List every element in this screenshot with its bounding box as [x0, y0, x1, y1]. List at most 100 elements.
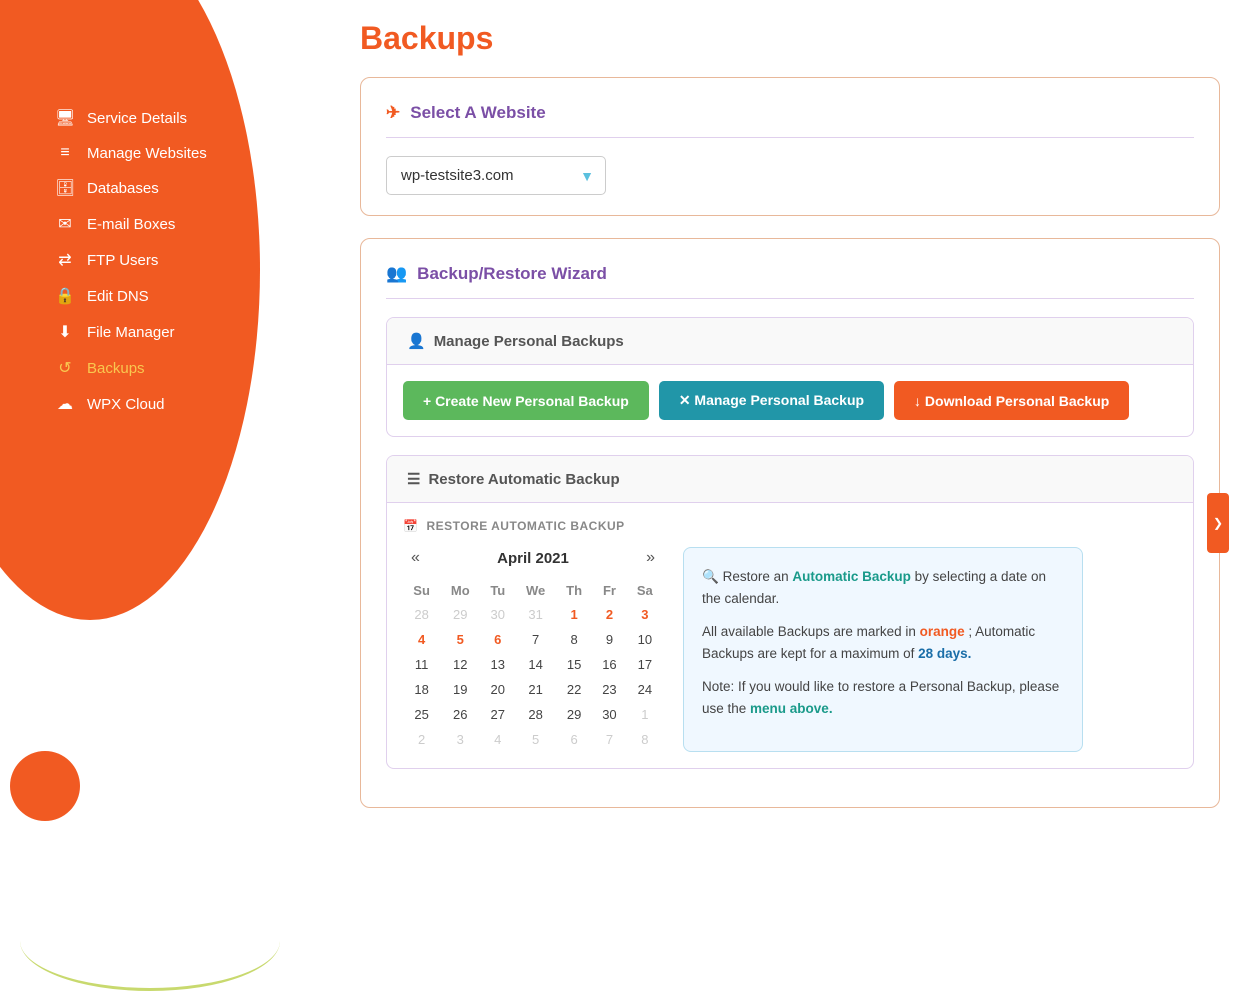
calendar-week-2: 11121314151617 — [403, 652, 663, 677]
calendar-cell: 26 — [440, 702, 480, 727]
side-scroll-indicator[interactable]: ❯ — [1207, 493, 1229, 553]
calendar-icon: 📅 — [403, 519, 418, 533]
calendar-cell: 30 — [592, 702, 626, 727]
sidebar-label-edit-dns: Edit DNS — [87, 288, 149, 305]
info-box: 🔍 Restore an Automatic Backup by selecti… — [683, 547, 1083, 752]
calendar-info-row: « April 2021 » SuMoTuWeThFrSa 2829303112… — [403, 547, 1177, 752]
sidebar-item-ftp-users[interactable]: ⇄FTP Users — [55, 242, 330, 278]
calendar-cell: 2 — [403, 727, 440, 752]
sidebar-item-service-details[interactable]: 🖥Service Details — [55, 100, 330, 136]
calendar-cell[interactable]: 6 — [480, 627, 515, 652]
calendar-cell: 17 — [627, 652, 663, 677]
calendar-cell: 11 — [403, 652, 440, 677]
calendar-cell: 3 — [440, 727, 480, 752]
calendar-cell: 29 — [556, 702, 592, 727]
sidebar-item-edit-dns[interactable]: 🔒 Edit DNS — [55, 278, 330, 314]
automatic-backup-bold: Automatic Backup — [792, 569, 911, 584]
wizard-icon: 👥 — [386, 264, 407, 284]
download-personal-backup-button[interactable]: ↓ Download Personal Backup — [894, 381, 1129, 420]
calendar-day-header-tu: Tu — [480, 579, 515, 602]
wpx-cloud-icon: ☁ — [55, 394, 75, 414]
calendar-cell: 20 — [480, 677, 515, 702]
calendar-tbody: 2829303112345678910111213141516171819202… — [403, 602, 663, 752]
menu-above-bold: menu above. — [750, 701, 833, 716]
location-icon: ✈ — [386, 103, 400, 123]
calendar-wrapper: « April 2021 » SuMoTuWeThFrSa 2829303112… — [403, 547, 663, 752]
info-line-3: Note: If you would like to restore a Per… — [702, 676, 1064, 719]
calendar-cell: 4 — [480, 727, 515, 752]
calendar-cell: 13 — [480, 652, 515, 677]
restore-auto-label: Restore Automatic Backup — [428, 471, 619, 488]
calendar-cell[interactable]: 5 — [440, 627, 480, 652]
calendar-header-row: SuMoTuWeThFrSa — [403, 579, 663, 602]
manage-websites-icon: ≡ — [55, 144, 75, 162]
sidebar-item-backups[interactable]: ↺Backups — [55, 350, 330, 386]
sidebar-label-wpx-cloud: WPX Cloud — [87, 396, 165, 413]
calendar-day-header-mo: Mo — [440, 579, 480, 602]
calendar-week-5: 2345678 — [403, 727, 663, 752]
manage-personal-backup-button[interactable]: ✕ Manage Personal Backup — [659, 381, 884, 420]
calendar-cell: 22 — [556, 677, 592, 702]
calendar-cell: 21 — [515, 677, 556, 702]
calendar-day-header-fr: Fr — [592, 579, 626, 602]
create-new-backup-button[interactable]: + Create New Personal Backup — [403, 381, 649, 420]
calendar-thead: SuMoTuWeThFrSa — [403, 579, 663, 602]
calendar-cell: 30 — [480, 602, 515, 627]
edit-dns-icon: 🔒 — [55, 286, 75, 306]
calendar-week-0: 28293031123 — [403, 602, 663, 627]
calendar-next-button[interactable]: » — [638, 547, 663, 569]
calendar-day-header-th: Th — [556, 579, 592, 602]
calendar-prev-button[interactable]: « — [403, 547, 428, 569]
sidebar-label-file-manager: File Manager — [87, 324, 175, 341]
calendar-cell: 1 — [627, 702, 663, 727]
calendar-day-header-su: Su — [403, 579, 440, 602]
backup-restore-header: 👥 Backup/Restore Wizard — [386, 264, 1194, 299]
manage-personal-backups-section: 👤 Manage Personal Backups + Create New P… — [386, 317, 1194, 437]
select-website-card: ✈ Select A Website wp-testsite3.com ▼ — [360, 77, 1220, 216]
sidebar-item-databases[interactable]: 🗄Databases — [55, 170, 330, 206]
calendar-cell: 8 — [556, 627, 592, 652]
calendar-cell: 27 — [480, 702, 515, 727]
calendar-cell[interactable]: 1 — [556, 602, 592, 627]
page-title: Backups — [360, 20, 1220, 57]
calendar-cell: 19 — [440, 677, 480, 702]
calendar-cell: 18 — [403, 677, 440, 702]
backup-buttons-row: + Create New Personal Backup ✕ Manage Pe… — [387, 365, 1193, 436]
sidebar-item-wpx-cloud[interactable]: ☁ WPX Cloud — [55, 386, 330, 422]
website-select[interactable]: wp-testsite3.com — [386, 156, 606, 195]
calendar-cell: 16 — [592, 652, 626, 677]
info-icon: 🔍 — [702, 569, 719, 584]
calendar-section-content: 📅 RESTORE AUTOMATIC BACKUP « April 2021 … — [387, 503, 1193, 768]
days-bold: 28 days. — [918, 646, 971, 661]
calendar-cell: 7 — [515, 627, 556, 652]
info-line-1: 🔍 Restore an Automatic Backup by selecti… — [702, 566, 1064, 609]
calendar-cell[interactable]: 4 — [403, 627, 440, 652]
sidebar-item-email-boxes[interactable]: ✉E-mail Boxes — [55, 206, 330, 242]
calendar-table: SuMoTuWeThFrSa 2829303112345678910111213… — [403, 579, 663, 752]
ftp-users-icon: ⇄ — [55, 250, 75, 270]
calendar-cell: 23 — [592, 677, 626, 702]
restore-auto-section-title: 📅 RESTORE AUTOMATIC BACKUP — [403, 519, 1177, 533]
calendar-cell[interactable]: 3 — [627, 602, 663, 627]
sidebar-item-manage-websites[interactable]: ≡Manage Websites — [55, 136, 330, 170]
calendar-cell: 10 — [627, 627, 663, 652]
sidebar-circle-small — [10, 751, 80, 821]
person-icon: 👤 — [407, 332, 426, 350]
sidebar-item-file-manager[interactable]: ⬇File Manager — [55, 314, 330, 350]
calendar-cell[interactable]: 2 — [592, 602, 626, 627]
databases-icon: 🗄 — [55, 178, 75, 198]
select-website-header: ✈ Select A Website — [386, 103, 1194, 138]
calendar-cell: 15 — [556, 652, 592, 677]
sidebar-label-email-boxes: E-mail Boxes — [87, 216, 175, 233]
manage-personal-backups-header[interactable]: 👤 Manage Personal Backups — [387, 318, 1193, 365]
restore-automatic-backup-header[interactable]: ☰ Restore Automatic Backup — [387, 456, 1193, 503]
calendar-cell: 25 — [403, 702, 440, 727]
calendar-cell: 24 — [627, 677, 663, 702]
calendar-week-4: 2526272829301 — [403, 702, 663, 727]
website-select-wrapper[interactable]: wp-testsite3.com ▼ — [386, 156, 606, 195]
calendar-cell: 7 — [592, 727, 626, 752]
sidebar-arc — [20, 891, 280, 991]
backup-restore-card: 👥 Backup/Restore Wizard 👤 Manage Persona… — [360, 238, 1220, 808]
calendar-month-title: April 2021 — [497, 550, 569, 567]
service-details-icon: 🖥 — [55, 108, 75, 128]
